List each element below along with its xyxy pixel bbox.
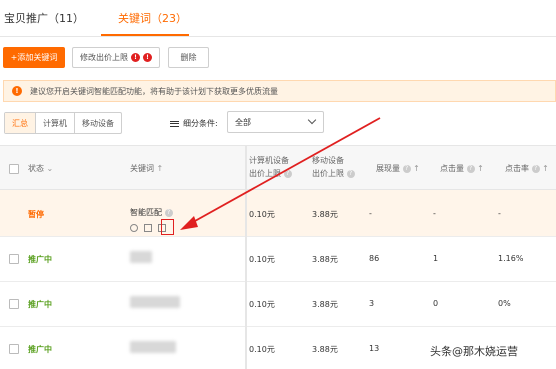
chevron-down-icon (307, 115, 317, 125)
table-row[interactable]: 推广中 0.10元 3.88元 86 1 1.16% (0, 237, 556, 282)
header-mobile-bid-line2: 出价上限 (312, 169, 344, 178)
header-status[interactable]: 状态 ⌄ (28, 162, 53, 175)
active-tab-indicator (101, 34, 189, 36)
impressions-cell: 3 (369, 299, 375, 308)
keyword-redacted (130, 251, 152, 263)
row-checkbox[interactable] (9, 344, 19, 354)
warning-icon: ! (12, 86, 22, 96)
mobile-bid-cell[interactable]: 3.88元 (312, 299, 338, 310)
header-clicks-label: 点击量 (440, 164, 464, 173)
add-keyword-label: +添加关键词 (10, 53, 58, 62)
segment-mobile[interactable]: 移动设备 (75, 113, 121, 133)
modify-bid-label: 修改出价上限 (80, 53, 128, 62)
add-keyword-button[interactable]: +添加关键词 (3, 47, 65, 68)
delete-label: 删除 (180, 53, 197, 62)
keyword-text: 智能匹配 (130, 208, 162, 217)
table-header: 状态 ⌄ 关键词 ↑ 计算机设备 出价上限 ? 移动设备 出价上限 ? 展现量 … (0, 145, 556, 190)
filter-label: 细分条件: (170, 118, 218, 129)
delete-button[interactable]: 删除 (168, 47, 209, 68)
segment-computer[interactable]: 计算机 (36, 113, 75, 133)
help-icon[interactable]: ? (164, 208, 173, 217)
header-mobile-bid-line1: 移动设备 (312, 156, 344, 165)
status-badge: 推广中 (28, 345, 52, 354)
segment-summary[interactable]: 汇总 (5, 113, 36, 133)
sort-icon: ↑ (156, 164, 164, 173)
ctr-cell: 1.16% (498, 254, 524, 263)
chevron-down-icon: ⌄ (46, 164, 54, 173)
watermark: 头条@那木娆运营 (430, 345, 518, 358)
device-segmented-control: 汇总 计算机 移动设备 (4, 112, 122, 134)
keyword-cell: 智能匹配 ? (130, 207, 173, 218)
pc-bid-cell[interactable]: 0.10元 (249, 254, 275, 265)
header-ctr-label: 点击率 (505, 164, 529, 173)
mobile-bid-cell[interactable]: 3.88元 (312, 254, 338, 265)
modify-bid-button[interactable]: 修改出价上限 ! ! (72, 47, 160, 68)
keyword-redacted (130, 341, 176, 353)
sort-icon: ↑ (542, 164, 549, 173)
tab-item-promotion[interactable]: 宝贝推广（11） (4, 10, 84, 26)
keyword-redacted (130, 296, 180, 308)
header-status-label: 状态 (28, 164, 44, 173)
notice-text: 建议您开启关键词智能匹配功能，将有助于该计划下获取更多优质流量 (30, 86, 278, 96)
help-icon[interactable]: ? (283, 169, 292, 178)
table-row[interactable]: 暂停 智能匹配 ? 0.10元 3.88元 - - - (0, 190, 556, 237)
header-keyword-label: 关键词 (130, 164, 154, 173)
ctr-cell: - (498, 209, 501, 218)
tab-bar: 宝贝推广（11） 关键词（23） (0, 0, 556, 37)
header-clicks[interactable]: 点击量 ? ↑ (440, 162, 484, 175)
list-filter-icon (170, 119, 179, 128)
status-badge: 推广中 (28, 300, 52, 309)
header-impressions[interactable]: 展现量 ? ↑ (376, 162, 420, 175)
pc-bid-cell[interactable]: 0.10元 (249, 209, 275, 220)
sort-icon: ↑ (477, 164, 484, 173)
header-keyword[interactable]: 关键词 ↑ (130, 162, 163, 175)
notice-banner: ! 建议您开启关键词智能匹配功能，将有助于该计划下获取更多优质流量 (3, 80, 556, 102)
play-icon[interactable] (130, 224, 138, 232)
annotation-highlight-box (161, 219, 174, 235)
header-mobile-bid[interactable]: 移动设备 出价上限 ? (312, 154, 355, 180)
impressions-cell: 86 (369, 254, 380, 263)
tab-keywords[interactable]: 关键词（23） (118, 10, 187, 26)
help-icon[interactable]: ? (402, 164, 411, 173)
status-badge: 暂停 (28, 210, 44, 219)
row-checkbox[interactable] (9, 254, 19, 264)
sort-icon: ↑ (413, 164, 420, 173)
header-ctr[interactable]: 点击率 ? ↑ (505, 162, 549, 175)
help-icon[interactable]: ? (346, 169, 355, 178)
frozen-column-divider (245, 145, 247, 369)
pc-bid-cell[interactable]: 0.10元 (249, 344, 275, 355)
filter-select[interactable]: 全部 (227, 111, 324, 133)
status-badge: 推广中 (28, 255, 52, 264)
filter-label-text: 细分条件: (183, 119, 218, 128)
help-icon[interactable]: ? (531, 164, 540, 173)
header-pc-bid[interactable]: 计算机设备 出价上限 ? (249, 154, 292, 180)
filter-select-value: 全部 (235, 117, 251, 127)
clicks-cell: 1 (433, 254, 439, 263)
ctr-cell: 0% (498, 299, 511, 308)
row-checkbox[interactable] (9, 299, 19, 309)
alert-badge-icon: ! (143, 53, 152, 62)
alert-badge-icon: ! (131, 53, 140, 62)
impressions-cell: 13 (369, 344, 380, 353)
help-icon[interactable]: ? (466, 164, 475, 173)
clicks-cell: - (433, 209, 436, 218)
header-pc-bid-line1: 计算机设备 (249, 156, 289, 165)
select-all-checkbox[interactable] (9, 164, 19, 174)
mobile-bid-cell[interactable]: 3.88元 (312, 344, 338, 355)
clicks-cell: 0 (433, 299, 439, 308)
mobile-bid-cell[interactable]: 3.88元 (312, 209, 338, 220)
impressions-cell: - (369, 209, 372, 218)
header-impressions-label: 展现量 (376, 164, 400, 173)
trash-icon[interactable] (144, 224, 152, 232)
pc-bid-cell[interactable]: 0.10元 (249, 299, 275, 310)
header-pc-bid-line2: 出价上限 (249, 169, 281, 178)
table-row[interactable]: 推广中 0.10元 3.88元 3 0 0% (0, 282, 556, 327)
